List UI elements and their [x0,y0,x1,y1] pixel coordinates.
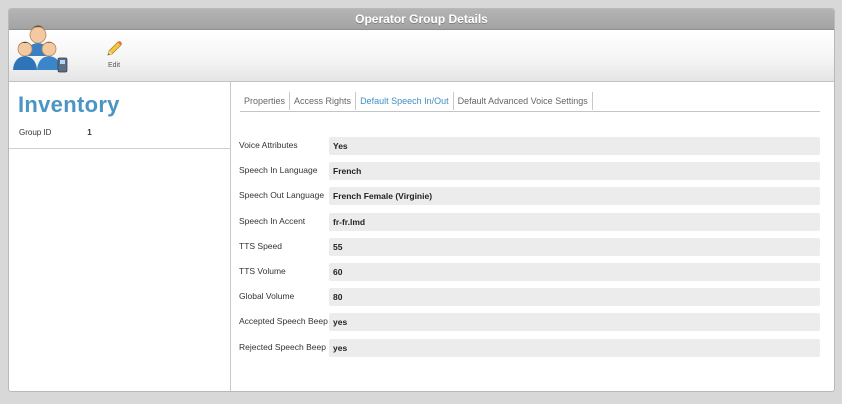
field-value: yes [329,338,820,357]
tab-properties[interactable]: Properties [240,92,291,110]
user-group-icon [13,25,68,73]
field-label: Accepted Speech Beep [239,316,328,327]
field-label: Rejected Speech Beep [239,341,326,352]
field-label: TTS Speed [239,240,282,251]
field-row-speech-in-language: Speech In Language French [239,162,820,187]
field-label: Global Volume [239,291,295,302]
field-value: French Female (Virginie) [329,187,820,206]
edit-label: Edit [107,62,121,69]
pencil-icon [107,41,122,56]
field-value: fr-fr.lmd [329,212,820,231]
field-label: TTS Volume [239,265,286,276]
field-label: Voice Attributes [239,140,298,150]
field-label: Speech Out Language [239,190,325,201]
right-panel: Properties Access Rights Default Speech … [232,82,834,391]
field-value: 80 [329,288,820,307]
field-row-voice-attributes: Voice Attributes Yes [239,137,820,162]
tab-default-speech-in-out[interactable]: Default Speech In/Out [356,92,454,110]
field-row-global-volume: Global Volume 80 [239,288,820,313]
field-value: French [329,162,820,181]
speech-settings-form: Voice Attributes Yes Speech In Language … [239,137,820,364]
field-row-speech-in-accent: Speech In Accent fr-fr.lmd [239,212,820,238]
tab-bar: Properties Access Rights Default Speech … [240,92,820,112]
left-panel: Inventory Group ID 1 [9,82,231,391]
field-row-rejected-speech-beep: Rejected Speech Beep yes [239,338,820,364]
page-title: Inventory [18,92,120,117]
group-id-label: Group ID [19,128,52,137]
field-value: 60 [329,262,820,281]
field-row-accepted-speech-beep: Accepted Speech Beep yes [239,313,820,338]
tab-default-advanced-voice-settings[interactable]: Default Advanced Voice Settings [454,92,593,110]
field-row-tts-volume: TTS Volume 60 [239,262,820,288]
toolbar: Edit [9,25,834,82]
operator-group-window: Operator Group Details Edit Inventory Gr… [8,8,835,392]
field-row-speech-out-language: Speech Out Language French Female (Virgi… [239,187,820,212]
field-row-tts-speed: TTS Speed 55 [239,237,820,263]
field-value: yes [329,313,820,332]
left-divider [9,148,231,149]
group-id-value: 1 [87,128,92,137]
field-value: Yes [329,137,820,155]
group-id-row: Group ID 1 [19,128,92,137]
window-title: Operator Group Details [9,9,834,30]
field-value: 55 [329,237,820,256]
field-label: Speech In Accent [239,215,306,226]
edit-button[interactable]: Edit [99,40,129,72]
field-label: Speech In Language [239,165,318,176]
tab-access-rights[interactable]: Access Rights [290,92,357,110]
